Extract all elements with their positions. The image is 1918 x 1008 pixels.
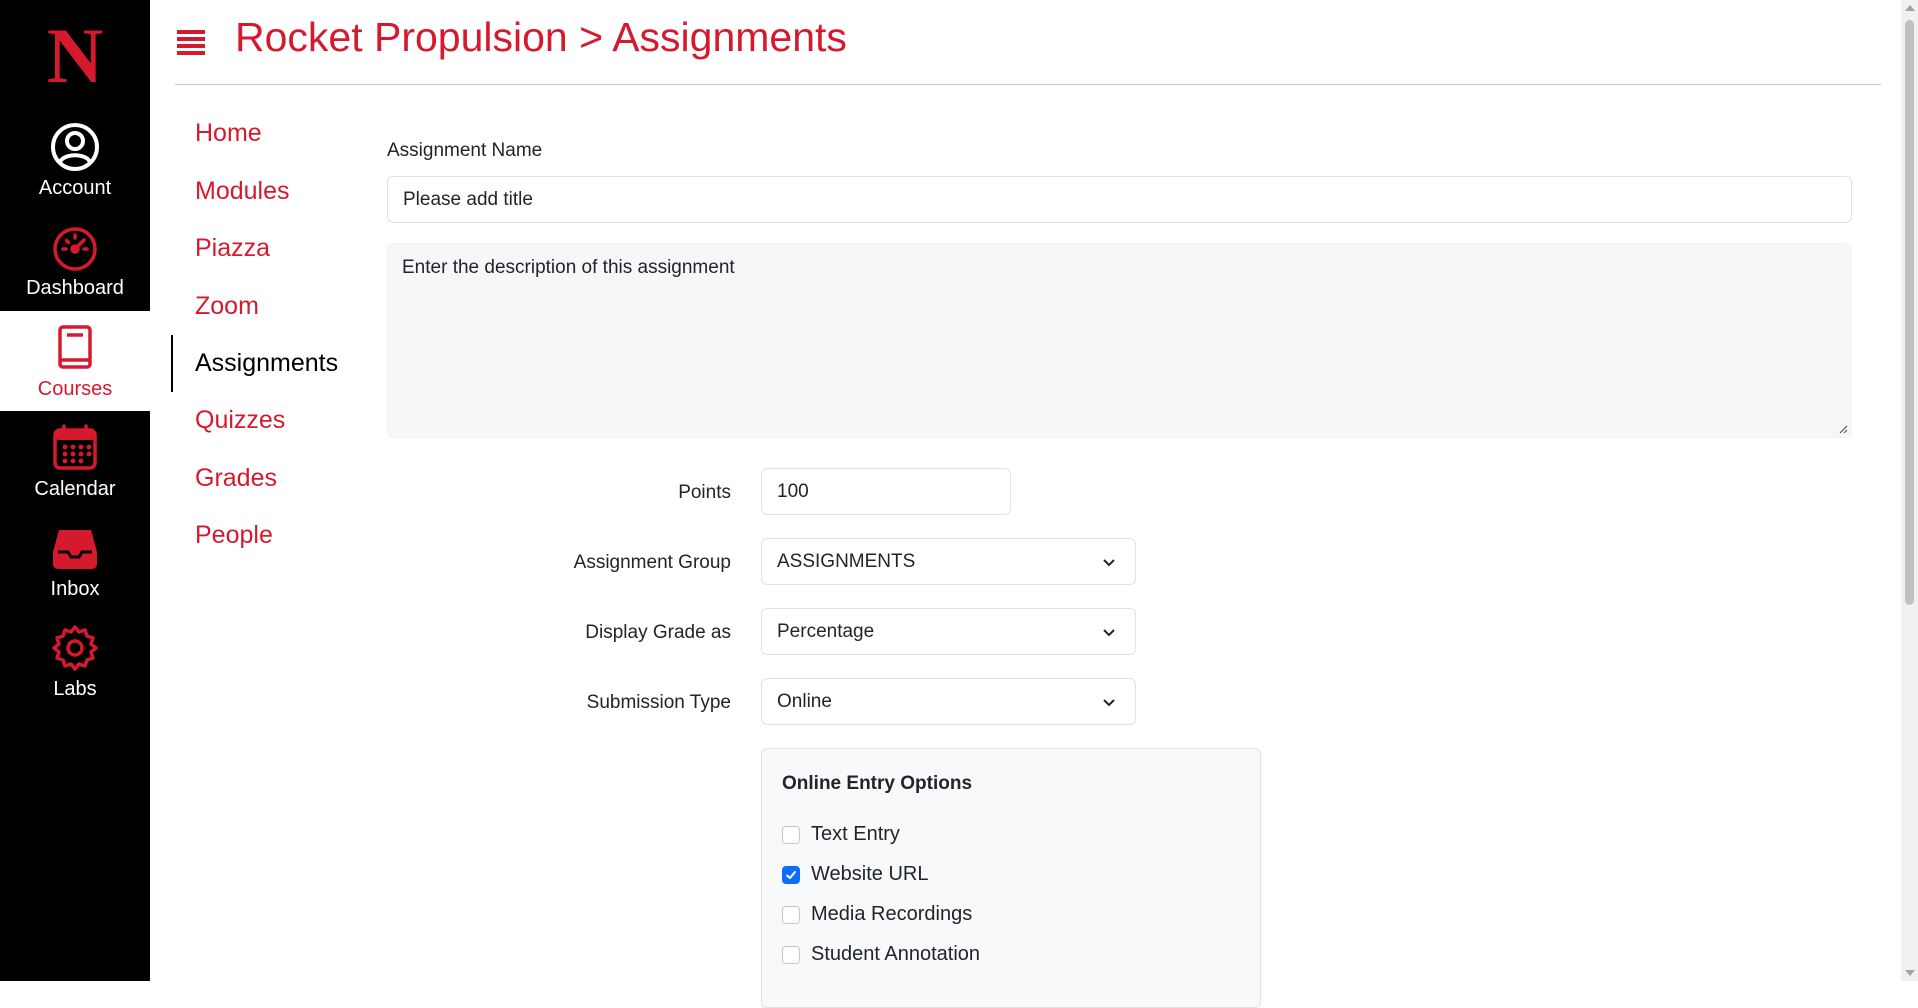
assignment-group-select[interactable]: ASSIGNMENTS [761, 538, 1136, 585]
calendar-icon [53, 423, 97, 470]
course-nav-assignments[interactable]: Assignments [195, 349, 338, 378]
course-nav-zoom[interactable]: Zoom [195, 292, 259, 321]
assignment-description-value: Enter the description of this assignment [402, 257, 735, 278]
website-url-checkbox[interactable] [782, 865, 800, 884]
student-annotation-checkbox[interactable] [782, 945, 800, 964]
header-divider [175, 84, 1881, 85]
course-nav-home[interactable]: Home [195, 119, 262, 148]
svg-text:N: N [47, 18, 103, 90]
scrollbar-thumb[interactable] [1905, 20, 1914, 605]
option-website-url[interactable]: Website URL [782, 863, 928, 886]
global-nav-account[interactable]: Account [0, 110, 150, 210]
global-nav-calendar[interactable]: Calendar [0, 411, 150, 511]
points-value: 100 [777, 480, 809, 502]
checkmark-icon [786, 870, 796, 879]
global-nav-labs-label: Labs [53, 677, 97, 700]
global-nav-dashboard-label: Dashboard [26, 276, 124, 299]
assignment-group-value: ASSIGNMENTS [777, 550, 916, 572]
text-entry-label: Text Entry [811, 823, 900, 845]
user-circle-icon [51, 122, 99, 171]
course-nav-active-indicator [171, 335, 173, 392]
scroll-up-arrow-icon[interactable] [1905, 5, 1915, 11]
global-nav-account-label: Account [38, 176, 112, 199]
global-nav-courses-label: Courses [37, 377, 113, 400]
gear-icon [52, 624, 98, 671]
resize-grip-icon[interactable] [1838, 424, 1848, 434]
online-entry-options-panel: Online Entry Options Text Entry Website … [761, 748, 1261, 1008]
assignment-group-label: Assignment Group [573, 552, 731, 573]
points-input[interactable]: 100 [761, 468, 1011, 515]
global-nav-inbox-label: Inbox [50, 577, 100, 600]
course-nav-quizzes[interactable]: Quizzes [195, 406, 285, 435]
submission-type-value: Online [777, 690, 832, 712]
display-grade-select[interactable]: Percentage [761, 608, 1136, 655]
global-nav-dashboard[interactable]: Dashboard [0, 210, 150, 310]
page-title: Rocket Propulsion > Assignments [235, 14, 847, 60]
points-label: Points [678, 482, 731, 503]
page-scrollbar[interactable] [1901, 0, 1918, 981]
hamburger-menu-button[interactable] [177, 30, 205, 58]
global-nav-courses[interactable]: Courses [0, 311, 150, 411]
option-text-entry[interactable]: Text Entry [782, 823, 900, 846]
media-recordings-checkbox[interactable] [782, 905, 800, 924]
chevron-down-icon [1103, 558, 1115, 566]
global-nav-labs[interactable]: Labs [0, 611, 150, 711]
assignment-name-input[interactable]: Please add title [387, 176, 1852, 223]
university-logo[interactable]: N [0, 18, 150, 90]
option-media-recordings[interactable]: Media Recordings [782, 903, 972, 926]
chevron-down-icon [1103, 628, 1115, 636]
assignment-description-textarea[interactable]: Enter the description of this assignment [387, 243, 1852, 438]
course-nav-piazza[interactable]: Piazza [195, 234, 270, 263]
text-entry-checkbox[interactable] [782, 825, 800, 844]
book-icon [58, 324, 92, 369]
course-nav-grades[interactable]: Grades [195, 464, 277, 493]
assignment-name-label: Assignment Name [387, 140, 543, 161]
display-grade-value: Percentage [777, 620, 875, 642]
submission-type-select[interactable]: Online [761, 678, 1136, 725]
student-annotation-label: Student Annotation [811, 943, 981, 965]
global-nav: N Account Dashboard Courses Calendar Inb… [0, 0, 150, 981]
scroll-down-arrow-icon[interactable] [1905, 970, 1915, 976]
course-nav-people[interactable]: People [195, 521, 273, 550]
global-nav-inbox[interactable]: Inbox [0, 511, 150, 611]
submission-type-label: Submission Type [586, 692, 731, 713]
website-url-label: Website URL [811, 863, 929, 885]
course-nav-modules[interactable]: Modules [195, 177, 290, 206]
option-student-annotation[interactable]: Student Annotation [782, 943, 980, 966]
online-entry-options-title: Online Entry Options [782, 773, 973, 794]
speedometer-icon [53, 226, 97, 271]
global-nav-calendar-label: Calendar [34, 477, 116, 500]
chevron-down-icon [1103, 698, 1115, 706]
media-recordings-label: Media Recordings [811, 903, 973, 925]
display-grade-label: Display Grade as [585, 622, 731, 643]
inbox-icon [53, 529, 97, 569]
assignment-name-value: Please add title [403, 188, 533, 210]
